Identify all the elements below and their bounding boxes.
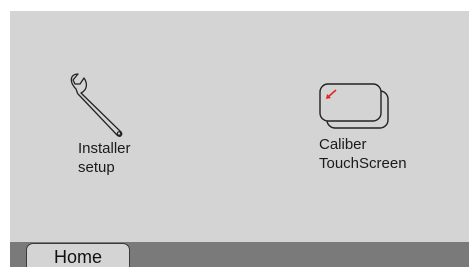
installer-setup-label: Installer setup (78, 140, 131, 176)
bottom-bar: Home (10, 242, 469, 267)
installer-setup-tile[interactable]: Installer setup (65, 73, 185, 183)
home-tab[interactable]: Home (26, 243, 130, 267)
wrench-icon (70, 73, 123, 137)
touchscreen-icon (319, 83, 389, 129)
caliber-touchscreen-tile[interactable]: Caliber TouchScreen (310, 83, 440, 193)
main-screen: Installer setup Caliber TouchScreen Home (10, 11, 469, 267)
caliber-touchscreen-label: Caliber TouchScreen (319, 136, 407, 172)
